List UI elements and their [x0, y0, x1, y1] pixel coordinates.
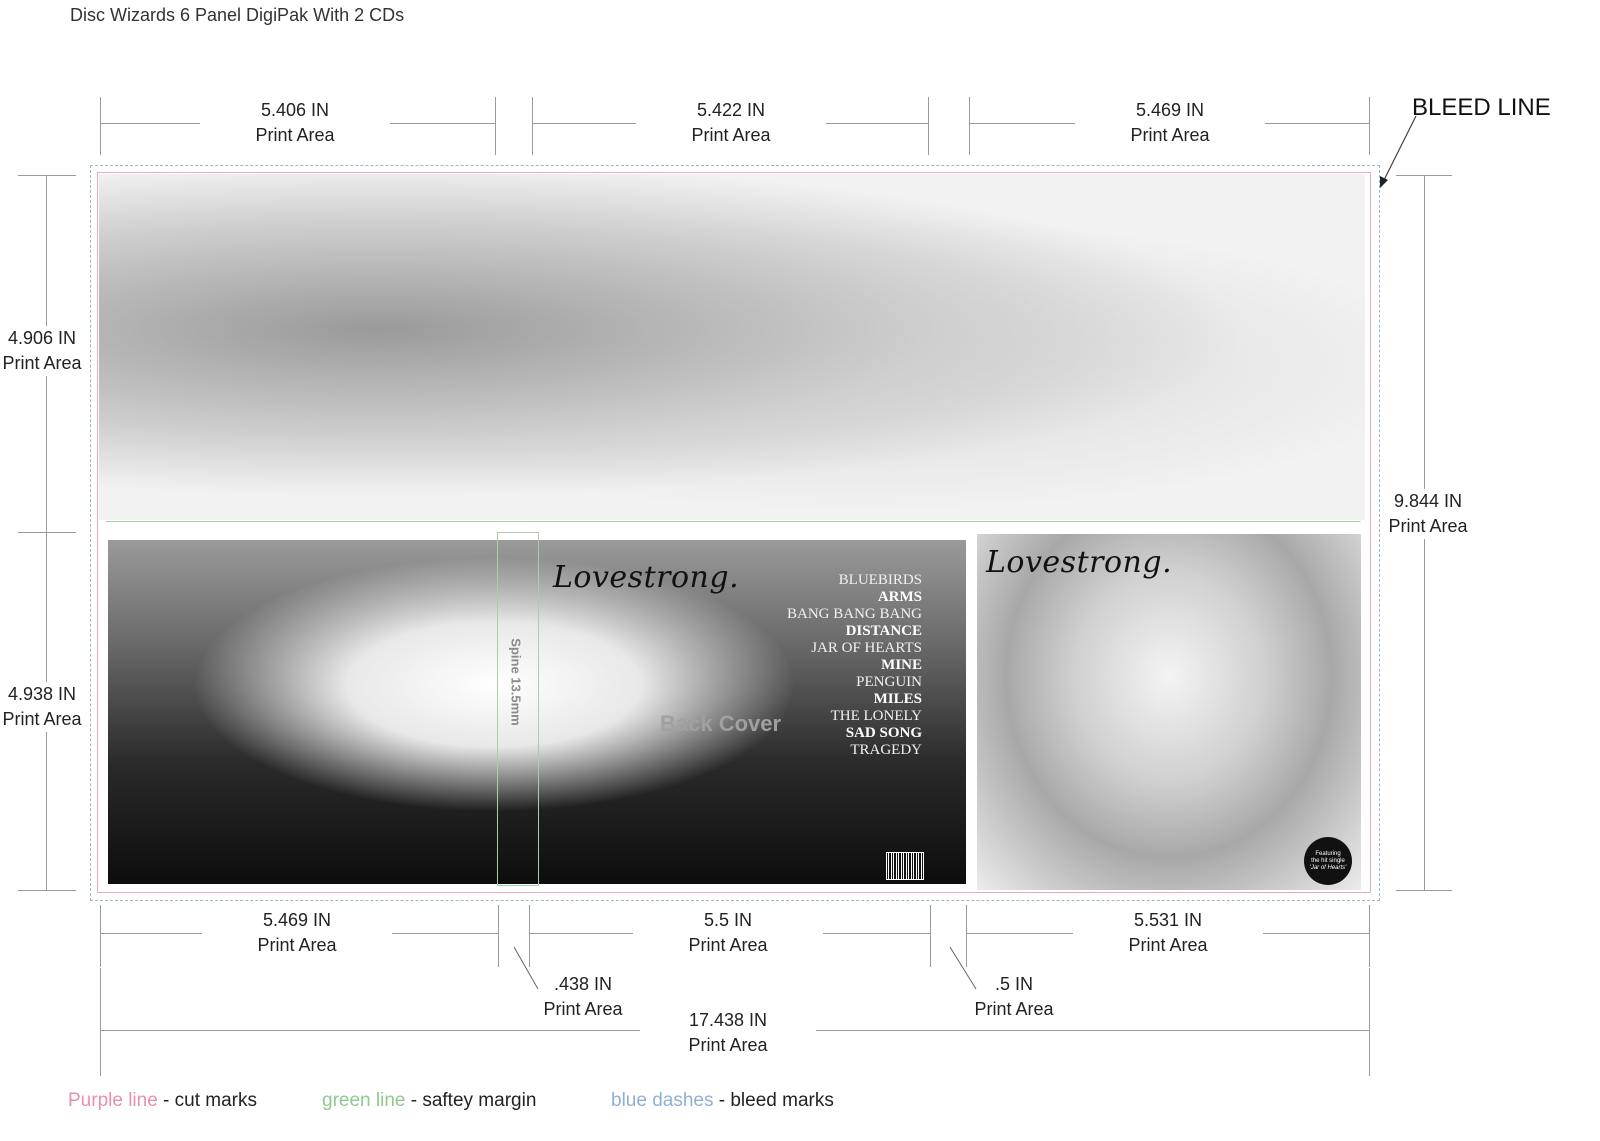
barcode-icon: [886, 852, 924, 880]
legend-key: blue dashes: [611, 1090, 714, 1111]
safety-margin-top: [105, 180, 1361, 522]
spine-label: Spine 13.5mm: [509, 638, 524, 726]
top-dim-tick: [532, 97, 533, 155]
dimension-label: Print Area: [543, 999, 623, 1019]
dimension-value: .5 IN: [994, 974, 1033, 994]
dimension-value: 17.438 IN: [688, 1010, 768, 1030]
dimension-value: 5.469 IN: [1135, 100, 1205, 120]
dimension-value: 4.938 IN: [7, 684, 77, 704]
legend-desc: - cut marks: [157, 1090, 258, 1111]
dimension-label: Print Area: [688, 1035, 768, 1055]
dimension-label: Print Area: [691, 125, 771, 145]
right-dimension: 9.844 IN Print Area: [1380, 489, 1476, 539]
track-item: MINE: [881, 657, 922, 673]
dimension-value: 5.531 IN: [1133, 910, 1203, 930]
bottom-dimension-3: 5.531 IN Print Area: [1073, 908, 1263, 958]
back-cover-logo: Lovestrong.: [553, 560, 740, 595]
left-dim-tick: [18, 890, 76, 891]
left-dim-line: [46, 175, 47, 890]
badge-line: the hit single: [1311, 857, 1345, 864]
dimension-label: Print Area: [255, 125, 335, 145]
spine-dimension-1: .438 IN Print Area: [520, 972, 646, 1022]
track-item: JAR OF HEARTS: [811, 640, 922, 656]
top-dimension-2: 5.422 IN Print Area: [636, 98, 826, 148]
total-dimension: 17.438 IN Print Area: [640, 1008, 816, 1058]
dimension-value: 5.5 IN: [703, 910, 753, 930]
top-dimension-1: 5.406 IN Print Area: [200, 98, 390, 148]
legend-desc: - bleed marks: [713, 1090, 834, 1111]
left-dimension-1: 4.906 IN Print Area: [0, 326, 84, 376]
track-item: THE LONELY: [830, 708, 922, 724]
bottom-dimension-1: 5.469 IN Print Area: [202, 908, 392, 958]
track-item: BANG BANG BANG: [786, 606, 922, 622]
bottom-dim-tick: [100, 905, 101, 967]
dimension-label: Print Area: [2, 353, 82, 373]
track-item: TRAGEDY: [850, 742, 922, 758]
track-item: PENGUIN: [856, 674, 922, 690]
legend-key: green line: [322, 1090, 406, 1111]
top-dim-tick: [100, 97, 101, 155]
dimension-label: Print Area: [974, 999, 1054, 1019]
left-dim-tick: [18, 532, 76, 533]
top-dim-tick: [928, 97, 929, 155]
spine-label-container: Spine 13.5mm: [454, 638, 574, 725]
front-cover-logo: Lovestrong.: [986, 545, 1173, 580]
dimension-label: Print Area: [1130, 125, 1210, 145]
dimension-value: 9.844 IN: [1393, 491, 1463, 511]
featuring-badge: Featuring the hit single 'Jar of Hearts': [1304, 837, 1352, 885]
dimension-value: 5.406 IN: [260, 100, 330, 120]
dimension-label: Print Area: [1388, 516, 1468, 536]
track-item: ARMS: [877, 589, 922, 605]
dimension-value: 4.906 IN: [7, 328, 77, 348]
spine-dimension-2: .5 IN Print Area: [951, 972, 1077, 1022]
track-item: BLUEBIRDS: [838, 572, 922, 588]
bleed-line-label: BLEED LINE: [1412, 94, 1551, 121]
dimension-value: 5.422 IN: [696, 100, 766, 120]
top-dim-tick: [1369, 97, 1370, 155]
total-dim-tick: [100, 968, 101, 1076]
legend-bleed-marks: blue dashes - bleed marks: [611, 1090, 834, 1112]
front-cover-photo: [977, 534, 1361, 890]
top-dimension-3: 5.469 IN Print Area: [1075, 98, 1265, 148]
legend-desc: - saftey margin: [405, 1090, 537, 1111]
dimension-value: 5.469 IN: [262, 910, 332, 930]
right-dim-tick: [1396, 890, 1452, 891]
left-dimension-2: 4.938 IN Print Area: [0, 682, 84, 732]
dimension-value: .438 IN: [553, 974, 613, 994]
dimension-label: Print Area: [257, 935, 337, 955]
top-dim-tick: [495, 97, 496, 155]
track-item: MILES: [873, 691, 922, 707]
page-title: Disc Wizards 6 Panel DigiPak With 2 CDs: [70, 5, 405, 25]
track-item: SAD SONG: [845, 725, 922, 741]
bottom-dim-tick: [1369, 905, 1370, 967]
bottom-dim-tick: [498, 905, 499, 967]
badge-line: Featuring: [1315, 850, 1341, 857]
legend-cut-marks: Purple line - cut marks: [68, 1090, 257, 1112]
dimension-label: Print Area: [1128, 935, 1208, 955]
legend-key: Purple line: [68, 1090, 158, 1111]
top-dim-tick: [969, 97, 970, 155]
track-list: BLUEBIRDS ARMS BANG BANG BANG DISTANCE J…: [760, 572, 922, 759]
total-dim-tick: [1369, 968, 1370, 1076]
badge-line: 'Jar of Hearts': [1309, 864, 1347, 871]
dimension-label: Print Area: [2, 709, 82, 729]
track-item: DISTANCE: [845, 623, 922, 639]
left-dim-tick: [18, 175, 76, 176]
legend-safety-margin: green line - saftey margin: [322, 1090, 536, 1112]
